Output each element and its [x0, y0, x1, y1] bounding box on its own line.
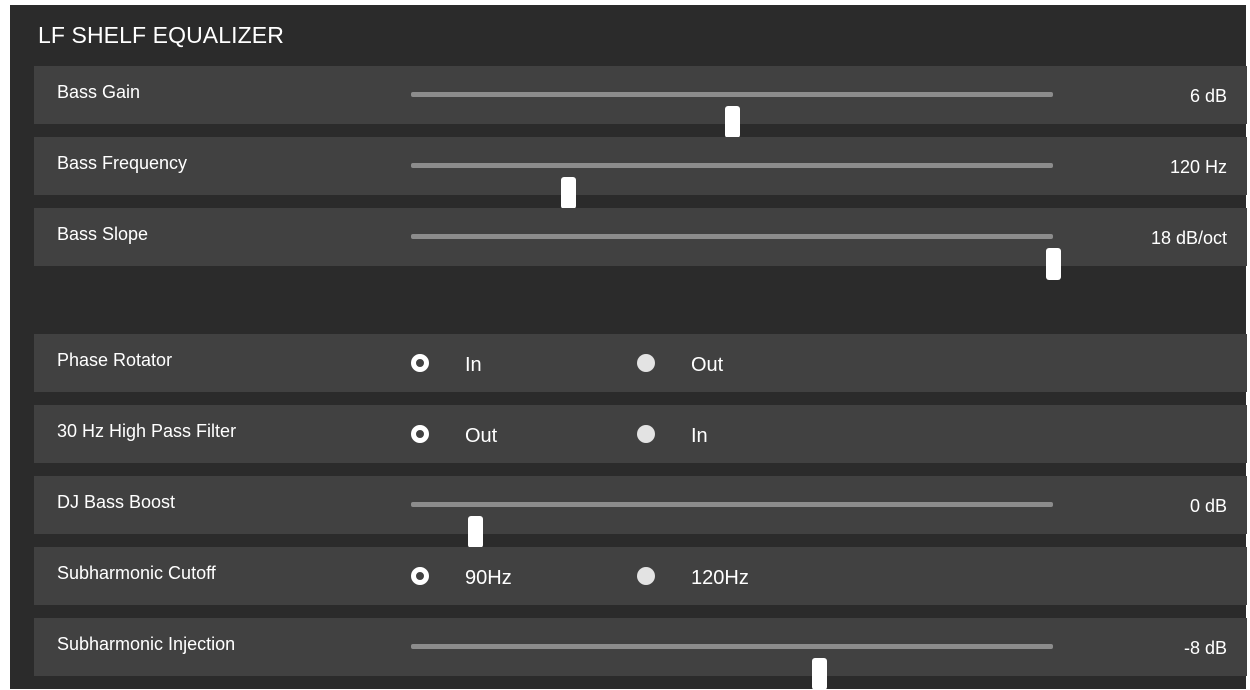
radio-selected-icon[interactable]: [411, 354, 429, 372]
subharmonic-cutoff-row: Subharmonic Cutoff 90Hz 120Hz: [34, 547, 1247, 605]
bass-slope-row: Bass Slope 18 dB/oct: [34, 208, 1247, 280]
phase-rotator-label: Phase Rotator: [57, 350, 173, 370]
radio-selected-icon[interactable]: [411, 425, 429, 443]
dj-bass-boost-row: DJ Bass Boost 0 dB: [34, 476, 1247, 548]
bass-frequency-slider-track[interactable]: [411, 163, 1053, 209]
dj-bass-boost-slider-thumb[interactable]: [468, 516, 484, 548]
subharmonic-injection-row: Subharmonic Injection -8 dB: [34, 618, 1247, 690]
subharmonic-injection-label: Subharmonic Injection: [57, 634, 236, 654]
radio-selected-icon[interactable]: [411, 567, 429, 585]
phase-rotator-option-in-label: In: [465, 354, 482, 376]
bass-gain-slider-thumb[interactable]: [725, 106, 740, 138]
subharmonic-cutoff-option-90hz-label: 90Hz: [465, 567, 512, 589]
dj-bass-boost-slider-track[interactable]: [411, 502, 1053, 548]
subharmonic-cutoff-option-120hz-label: 120Hz: [691, 567, 749, 589]
bass-frequency-row: Bass Frequency 120 Hz: [34, 137, 1247, 209]
radio-unselected-icon[interactable]: [637, 567, 655, 585]
subharmonic-cutoff-label: Subharmonic Cutoff: [57, 563, 216, 583]
bass-frequency-value: 120 Hz: [1169, 157, 1227, 177]
bass-gain-row: Bass Gain 6 dB: [34, 66, 1247, 138]
subharmonic-injection-value: -8 dB: [1183, 638, 1227, 658]
bass-gain-label: Bass Gain: [57, 82, 141, 102]
high-pass-filter-option-in-label: In: [691, 425, 708, 447]
bass-slope-value: 18 dB/oct: [1150, 228, 1227, 248]
high-pass-filter-option-out-label: Out: [465, 425, 498, 447]
lf-shelf-equalizer-panel: LF SHELF EQUALIZER Bass Gain 6 dB Bass F…: [10, 5, 1247, 690]
dj-bass-boost-value: 0 dB: [1189, 496, 1227, 516]
phase-rotator-option-out-label: Out: [691, 354, 724, 376]
bass-gain-value: 6 dB: [1189, 86, 1227, 106]
bass-frequency-label: Bass Frequency: [57, 153, 188, 173]
panel-title: LF SHELF EQUALIZER: [38, 22, 284, 48]
high-pass-filter-label: 30 Hz High Pass Filter: [57, 421, 237, 441]
subharmonic-injection-slider-track[interactable]: [411, 644, 1053, 690]
bass-gain-slider-track[interactable]: [411, 92, 1053, 138]
radio-unselected-icon[interactable]: [637, 425, 655, 443]
phase-rotator-row: Phase Rotator In Out: [34, 334, 1247, 392]
bass-slope-slider-track[interactable]: [411, 234, 1061, 280]
bass-slope-slider-thumb[interactable]: [1046, 248, 1061, 280]
subharmonic-injection-slider-thumb[interactable]: [811, 658, 827, 690]
high-pass-filter-row: 30 Hz High Pass Filter Out In: [34, 405, 1247, 463]
dj-bass-boost-label: DJ Bass Boost: [57, 492, 176, 512]
bass-frequency-slider-thumb[interactable]: [561, 177, 577, 209]
radio-unselected-icon[interactable]: [637, 354, 655, 372]
bass-slope-label: Bass Slope: [57, 224, 149, 244]
